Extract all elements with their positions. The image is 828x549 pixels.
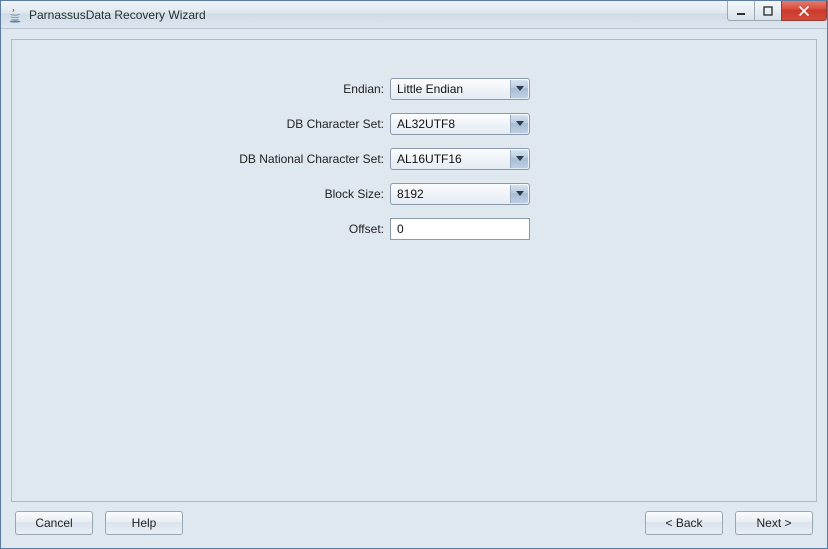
cancel-button[interactable]: Cancel [15, 511, 93, 535]
close-button[interactable] [781, 1, 827, 21]
charset-select-value: AL32UTF8 [397, 117, 455, 131]
label-offset: Offset: [12, 222, 390, 236]
help-button[interactable]: Help [105, 511, 183, 535]
chevron-down-icon [510, 115, 528, 133]
window-title: ParnassusData Recovery Wizard [29, 8, 206, 22]
client-area: Endian: Little Endian DB Character Set: [1, 29, 827, 548]
button-bar: Cancel Help < Back Next > [11, 502, 817, 538]
block-size-select[interactable]: 8192 [390, 183, 530, 205]
row-block-size: Block Size: 8192 [12, 183, 816, 205]
java-icon [7, 7, 23, 23]
wizard-panel: Endian: Little Endian DB Character Set: [11, 39, 817, 502]
back-button[interactable]: < Back [645, 511, 723, 535]
ncharset-select[interactable]: AL16UTF16 [390, 148, 530, 170]
endian-select-value: Little Endian [397, 82, 463, 96]
app-window: ParnassusData Recovery Wizard Endian: Li… [0, 0, 828, 549]
chevron-down-icon [510, 150, 528, 168]
row-ncharset: DB National Character Set: AL16UTF16 [12, 148, 816, 170]
endian-select[interactable]: Little Endian [390, 78, 530, 100]
label-charset: DB Character Set: [12, 117, 390, 131]
ncharset-select-value: AL16UTF16 [397, 152, 462, 166]
row-charset: DB Character Set: AL32UTF8 [12, 113, 816, 135]
charset-select[interactable]: AL32UTF8 [390, 113, 530, 135]
titlebar[interactable]: ParnassusData Recovery Wizard [1, 1, 827, 29]
form: Endian: Little Endian DB Character Set: [12, 78, 816, 240]
minimize-button[interactable] [727, 1, 755, 21]
label-endian: Endian: [12, 82, 390, 96]
label-block-size: Block Size: [12, 187, 390, 201]
label-ncharset: DB National Character Set: [12, 152, 390, 166]
chevron-down-icon [510, 185, 528, 203]
block-size-select-value: 8192 [397, 187, 424, 201]
maximize-button[interactable] [754, 1, 782, 21]
row-endian: Endian: Little Endian [12, 78, 816, 100]
next-button[interactable]: Next > [735, 511, 813, 535]
window-controls [728, 1, 827, 21]
row-offset: Offset: [12, 218, 816, 240]
offset-input[interactable] [390, 218, 530, 240]
chevron-down-icon [510, 80, 528, 98]
